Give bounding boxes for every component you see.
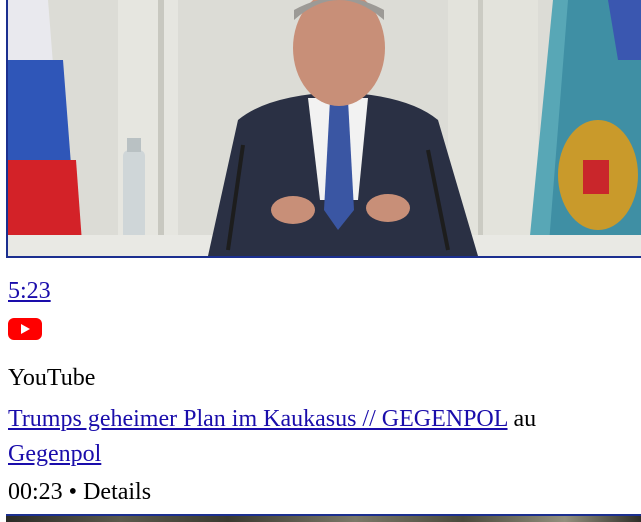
duration-link[interactable]: 5:23 [8,278,51,304]
next-video-thumbnail[interactable] [6,514,641,522]
video-title-link[interactable]: Trumps geheimer Plan im Kaukasus // GEGE… [8,406,508,432]
youtube-icon [8,318,42,340]
video-timestamp: 00:23 [8,479,63,505]
video-title-suffix: au [513,406,537,432]
video-meta: 00:23 • Details [8,478,151,506]
video-source: YouTube [8,365,96,391]
video-thumbnail[interactable] [6,0,641,258]
thumbnail-image [8,0,641,256]
channel-link[interactable]: Gegenpol [8,441,101,467]
details-button[interactable]: Details [83,479,151,505]
video-result: 5:23 YouTube Trumps geheimer Plan im Kau… [0,0,641,522]
video-channel: Gegenpol [8,440,101,468]
video-duration: 5:23 [8,277,51,305]
video-title-line: Trumps geheimer Plan im Kaukasus // GEGE… [8,405,536,433]
meta-separator: • [68,479,78,505]
